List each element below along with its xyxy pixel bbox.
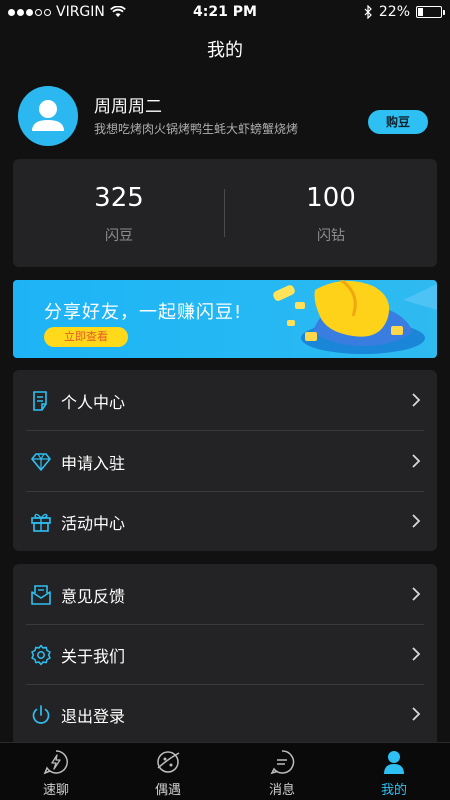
stat-beans-value: 325	[94, 183, 144, 213]
battery-info: 22%	[364, 4, 445, 20]
menu-item-activity-center[interactable]: 活动中心	[13, 491, 437, 551]
gift-icon	[31, 513, 51, 532]
profile-name: 周周周二	[94, 97, 162, 117]
document-icon	[33, 391, 47, 411]
menu-item-logout[interactable]: 退出登录	[13, 684, 437, 744]
menu-item-feedback[interactable]: 意见反馈	[13, 564, 437, 624]
chevron-right-icon	[412, 587, 421, 601]
banner-view-button[interactable]: 立即查看	[44, 327, 128, 347]
tab-encounter[interactable]: 偶遇	[112, 743, 224, 800]
gear-icon	[31, 644, 51, 666]
menu-item-label: 关于我们	[61, 647, 126, 666]
menu-item-label: 申请入驻	[61, 454, 126, 473]
menu-group-secondary: 意见反馈 关于我们 退出登录	[13, 564, 437, 742]
tab-label: 我的	[380, 783, 407, 798]
buy-beans-button[interactable]: 购豆	[368, 110, 428, 134]
tab-label: 速聊	[42, 783, 69, 798]
banner-text: 分享好友，一起赚闪豆!	[44, 302, 243, 323]
menu-item-label: 退出登录	[61, 707, 126, 726]
menu-item-label: 意见反馈	[61, 587, 126, 606]
menu-item-label: 活动中心	[61, 514, 126, 533]
tab-bar: 速聊 偶遇 消息 我的	[0, 742, 450, 800]
mail-icon	[31, 585, 51, 605]
profile-signature: 我想吃烤肉火锅烤鸭生蚝大虾螃蟹烧烤	[94, 122, 299, 136]
chevron-right-icon	[412, 514, 421, 528]
chevron-right-icon	[412, 454, 421, 468]
tab-mine[interactable]: 我的	[338, 743, 450, 800]
coin-illustration-icon	[273, 280, 437, 354]
stat-diamonds-value: 100	[306, 183, 356, 213]
diamond-icon	[31, 453, 51, 471]
tab-messages[interactable]: 消息	[226, 743, 338, 800]
stat-beans[interactable]: 325 闪豆	[13, 159, 225, 267]
chevron-right-icon	[412, 393, 421, 407]
stats-card: 325 闪豆 100 闪钻	[13, 159, 437, 267]
message-icon	[270, 750, 295, 775]
user-avatar-icon	[32, 100, 64, 131]
status-bar: VIRGIN 4:21 PM 22%	[0, 0, 450, 26]
menu-group-primary: 个人中心 申请入驻 活动中心	[13, 370, 437, 551]
page-title: 我的	[207, 40, 243, 61]
planet-icon	[157, 751, 180, 773]
person-icon	[384, 751, 404, 774]
bluetooth-icon	[364, 5, 372, 19]
avatar[interactable]	[18, 86, 78, 146]
power-icon	[32, 705, 50, 724]
battery-percent: 22%	[378, 4, 410, 20]
tab-label: 偶遇	[154, 783, 181, 798]
stat-diamonds[interactable]: 100 闪钻	[225, 159, 437, 267]
tab-quick-chat[interactable]: 速聊	[0, 743, 112, 800]
menu-item-about-us[interactable]: 关于我们	[13, 624, 437, 684]
stat-diamonds-label: 闪钻	[317, 228, 345, 244]
tab-label: 消息	[268, 783, 295, 798]
battery-icon	[416, 6, 445, 18]
menu-item-label: 个人中心	[61, 393, 126, 412]
profile-section[interactable]: 周周周二 我想吃烤肉火锅烤鸭生蚝大虾螃蟹烧烤 购豆	[18, 86, 432, 146]
lightning-chat-icon	[43, 750, 68, 775]
menu-item-personal-center[interactable]: 个人中心	[13, 370, 437, 430]
chevron-right-icon	[412, 707, 421, 721]
stat-beans-label: 闪豆	[105, 228, 133, 244]
chevron-right-icon	[412, 647, 421, 661]
share-banner[interactable]: 分享好友，一起赚闪豆! 立即查看	[13, 280, 437, 358]
menu-item-apply-settle[interactable]: 申请入驻	[13, 431, 437, 491]
